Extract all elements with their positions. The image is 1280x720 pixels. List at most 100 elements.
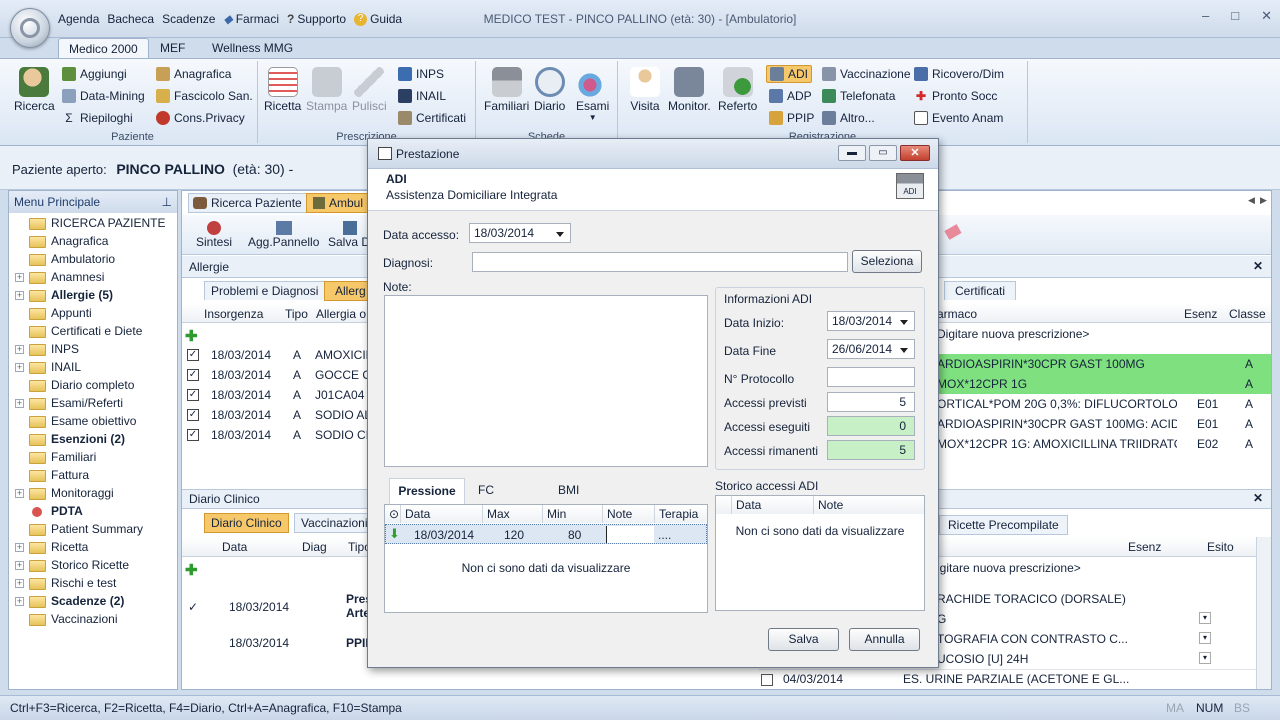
sidebar-item[interactable]: + Esami/Referti: [9, 394, 177, 412]
sidebar-item[interactable]: Esame obiettivo: [9, 412, 177, 430]
esami-button[interactable]: Esami ▼: [576, 67, 609, 122]
sidebar-item[interactable]: + Rischi e test: [9, 574, 177, 592]
table-row[interactable]: ✓ 18/03/2014 A AMOXICIL: [182, 345, 368, 365]
close-icon[interactable]: ✕: [1261, 8, 1272, 24]
tab-wellness[interactable]: Wellness MMG: [202, 38, 303, 59]
expand-icon[interactable]: +: [15, 291, 24, 300]
ppip-button[interactable]: PPIP: [769, 111, 814, 125]
table-row[interactable]: ORTICAL*POM 20G 0,3%: DIFLUCORTOLON... E0…: [937, 394, 1271, 414]
visita-button[interactable]: Visita: [630, 67, 660, 113]
new-prescription-row[interactable]: Digitare nuova prescrizione>: [937, 327, 1089, 341]
table-row[interactable]: TOGRAFIA CON CONTRASTO C... ▾: [937, 629, 1255, 649]
certificati-button[interactable]: Certificati: [398, 111, 466, 125]
table-row[interactable]: ✓ 18/03/2014 A J01CA04: [182, 385, 368, 405]
tab-problemi[interactable]: Problemi e Diagnosi: [204, 281, 326, 300]
checkbox-checked[interactable]: ✓: [187, 349, 199, 361]
expand-icon[interactable]: +: [15, 579, 24, 588]
expand-icon[interactable]: +: [15, 345, 24, 354]
new-prescription-row2[interactable]: igitare nuova prescrizione>: [937, 561, 1081, 575]
table-row[interactable]: ARDIOASPIRIN*30CPR GAST 100MG A: [937, 354, 1271, 374]
sidebar-item[interactable]: RICERCA PAZIENTE: [9, 214, 177, 232]
altro-button[interactable]: Altro...: [822, 111, 875, 125]
sidebar-item[interactable]: Familiari: [9, 448, 177, 466]
pressione-edit-row[interactable]: ⬇ 18/03/2014 120 80 ....: [385, 524, 707, 544]
right2-last-row[interactable]: 04/03/2014 ES. URINE PARZIALE (ACETONE E…: [759, 669, 1271, 689]
sidebar-item[interactable]: + Anamnesi: [9, 268, 177, 286]
sidebar-item[interactable]: + INAIL: [9, 358, 177, 376]
monitor-button[interactable]: Monitor.: [668, 67, 711, 113]
pronto-button[interactable]: ✚ Pronto Socc: [914, 89, 997, 103]
note-textarea[interactable]: [384, 295, 708, 467]
dropdown-icon[interactable]: ▾: [1199, 632, 1211, 644]
table-row[interactable]: MOX*12CPR 1G A: [937, 374, 1271, 394]
tab-diario-clinico[interactable]: Diario Clinico: [204, 513, 289, 533]
tab-mef[interactable]: MEF: [150, 38, 195, 59]
eraser-icon[interactable]: [944, 224, 962, 240]
sidebar-item[interactable]: + Ricetta: [9, 538, 177, 556]
checkbox-checked[interactable]: ✓: [187, 409, 199, 421]
seleziona-button[interactable]: Seleziona: [852, 250, 922, 273]
dialog-close-icon[interactable]: ✕: [900, 145, 930, 161]
expand-icon[interactable]: +: [15, 543, 24, 552]
table-row[interactable]: RACHIDE TORACICO (DORSALE): [937, 589, 1255, 609]
riepiloghi-button[interactable]: Σ Riepiloghi: [62, 111, 132, 125]
annulla-button[interactable]: Annulla: [849, 628, 920, 651]
adi-button[interactable]: ADI: [766, 65, 813, 83]
referto-button[interactable]: Referto: [718, 67, 757, 113]
sidebar-item[interactable]: Vaccinazioni: [9, 610, 177, 628]
ricetta-button[interactable]: Ricetta: [264, 67, 301, 113]
checkbox-checked[interactable]: ✓: [187, 429, 199, 441]
inail-button[interactable]: INAIL: [398, 89, 446, 103]
maximize-icon[interactable]: □: [1231, 8, 1239, 24]
diagnosi-field[interactable]: [472, 252, 848, 272]
previsti-field[interactable]: 5: [827, 392, 915, 412]
checkbox[interactable]: [761, 674, 773, 686]
table-row[interactable]: UCOSIO [U] 24H ▾: [937, 649, 1255, 669]
tab-vaccinazioni[interactable]: Vaccinazioni: [294, 513, 375, 533]
dropdown-icon[interactable]: ▾: [1199, 612, 1211, 624]
anagrafica-button[interactable]: Anagrafica: [156, 67, 231, 81]
table-row[interactable]: ✓ 18/03/2014 A GOCCE O: [182, 365, 368, 385]
table-row[interactable]: G ▾: [937, 609, 1255, 629]
ricovero-button[interactable]: Ricovero/Dim: [914, 67, 1004, 81]
sidebar-item[interactable]: + Allergie (5): [9, 286, 177, 304]
salva-button[interactable]: Salva: [768, 628, 839, 651]
data-accesso-field[interactable]: 18/03/2014: [469, 223, 571, 243]
checkbox-checked[interactable]: ✓: [187, 389, 199, 401]
expand-icon[interactable]: +: [15, 597, 24, 606]
dialog-maximize-icon[interactable]: ▭: [869, 145, 897, 161]
tab-ambulatorio[interactable]: Ambul: [306, 193, 371, 213]
table-row[interactable]: ARDIOASPIRIN*30CPR GAST 100MG: ACIDO... E…: [937, 414, 1271, 434]
inps-button[interactable]: INPS: [398, 67, 444, 81]
sidebar-item[interactable]: Ambulatorio: [9, 250, 177, 268]
scroll-right-icon[interactable]: ▶: [1260, 195, 1267, 206]
sidebar-item[interactable]: PDTA: [9, 502, 177, 520]
table-row[interactable]: MOX*12CPR 1G: AMOXICILLINA TRIIDRATO E02 A: [937, 434, 1271, 454]
add-diario-icon[interactable]: ✚: [185, 561, 198, 579]
sidebar-item[interactable]: + Monitoraggi: [9, 484, 177, 502]
app-menu-button[interactable]: [10, 8, 50, 48]
consprivacy-button[interactable]: Cons.Privacy: [156, 111, 245, 125]
evento-button[interactable]: Evento Anam: [914, 111, 1003, 125]
sintesi-button[interactable]: Sintesi: [196, 221, 232, 249]
expand-icon[interactable]: +: [15, 273, 24, 282]
pin-icon[interactable]: ⊥: [162, 195, 172, 209]
table-row[interactable]: ✓ 18/03/2014 A SODIO AL: [182, 405, 368, 425]
tab-ricette-precompilate[interactable]: Ricette Precompilate: [939, 515, 1068, 535]
tab-medico2000[interactable]: Medico 2000: [58, 38, 149, 59]
sidebar-item[interactable]: + INPS: [9, 340, 177, 358]
pulisci-button[interactable]: Pulisci: [352, 67, 387, 113]
salva-diario-button[interactable]: Salva Di: [328, 221, 373, 249]
sidebar-item[interactable]: Diario completo: [9, 376, 177, 394]
minimize-icon[interactable]: –: [1202, 8, 1209, 24]
data-inizio-field[interactable]: 18/03/2014: [827, 311, 915, 331]
adp-button[interactable]: ADP: [769, 89, 812, 103]
tab-pressione[interactable]: Pressione: [389, 478, 465, 504]
stampa-button[interactable]: Stampa: [306, 67, 347, 113]
sidebar-item[interactable]: Certificati e Diete: [9, 322, 177, 340]
protocollo-field[interactable]: [827, 367, 915, 387]
dropdown-icon[interactable]: ▾: [1199, 652, 1211, 664]
sidebar-item[interactable]: Esenzioni (2): [9, 430, 177, 448]
sidebar-item[interactable]: + Storico Ricette: [9, 556, 177, 574]
sidebar-item[interactable]: Patient Summary: [9, 520, 177, 538]
